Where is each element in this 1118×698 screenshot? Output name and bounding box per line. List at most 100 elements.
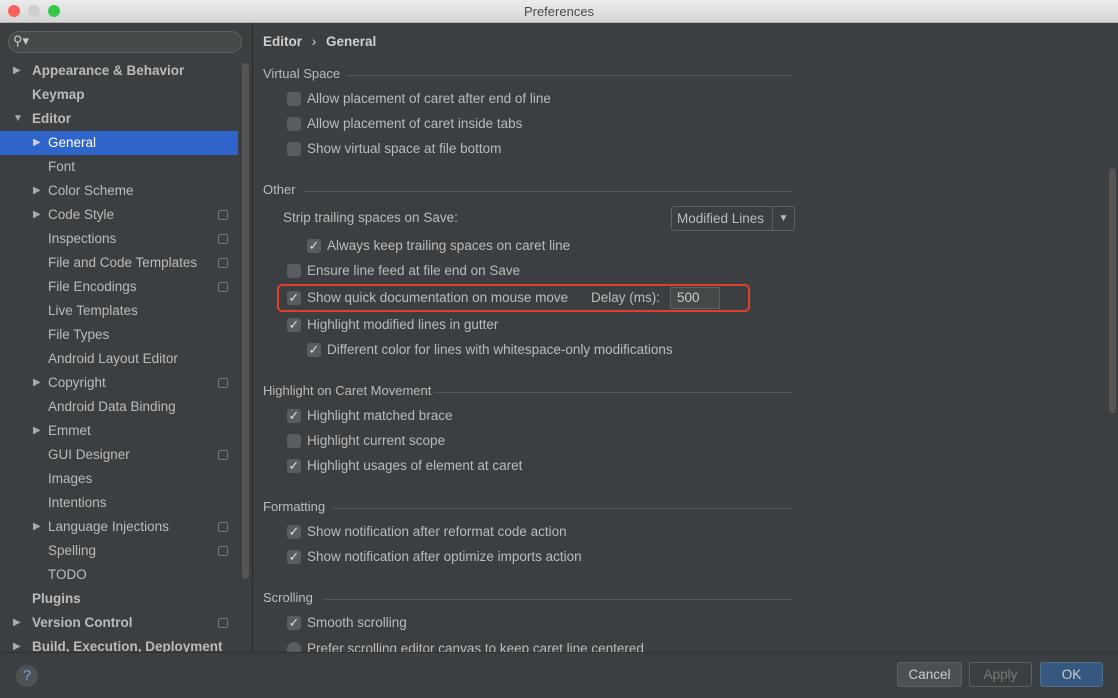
breadcrumb-current: General bbox=[326, 34, 377, 49]
main-scrollbar[interactable] bbox=[1109, 168, 1116, 413]
search-icon: ⚲▾ bbox=[13, 33, 30, 48]
checkbox[interactable] bbox=[287, 434, 301, 448]
checkbox[interactable]: ✓ bbox=[287, 616, 301, 630]
sidebar-item-label: Color Scheme bbox=[48, 183, 134, 198]
sidebar-item[interactable]: ▶ General bbox=[0, 131, 238, 155]
sidebar-item[interactable]: ▼ Editor bbox=[0, 107, 238, 131]
sidebar-item[interactable]: File Types bbox=[0, 323, 238, 347]
collapsed-arrow-icon[interactable]: ▶ bbox=[33, 131, 41, 155]
ok-button[interactable]: OK bbox=[1040, 662, 1103, 687]
sidebar-item[interactable]: Images bbox=[0, 467, 238, 491]
option-label: Ensure line feed at file end on Save bbox=[307, 263, 521, 278]
option-label: Prefer scrolling editor canvas to keep c… bbox=[307, 641, 644, 652]
option-label: Allow placement of caret after end of li… bbox=[307, 91, 551, 106]
sidebar-scrollbar[interactable] bbox=[242, 63, 249, 579]
strip-trailing-dropdown[interactable]: Modified Lines ▼ bbox=[671, 206, 795, 231]
sidebar-item[interactable]: Intentions bbox=[0, 491, 238, 515]
section-caret-movement: Highlight on Caret Movement bbox=[263, 383, 432, 398]
apply-button[interactable]: Apply bbox=[969, 662, 1032, 687]
sidebar-item-label: Language Injections bbox=[48, 519, 169, 534]
sidebar-item[interactable]: TODO bbox=[0, 563, 238, 587]
cancel-button[interactable]: Cancel bbox=[897, 662, 962, 687]
breadcrumb: Editor › General bbox=[263, 34, 376, 49]
sidebar-item[interactable]: Plugins bbox=[0, 587, 238, 611]
sidebar-item[interactable]: Keymap bbox=[0, 83, 238, 107]
radio-button[interactable] bbox=[287, 642, 301, 652]
collapsed-arrow-icon[interactable]: ▶ bbox=[33, 371, 41, 395]
checkbox[interactable]: ✓ bbox=[287, 525, 301, 539]
sidebar-item-label: Keymap bbox=[32, 87, 85, 102]
sidebar-item[interactable]: ▶ Color Scheme bbox=[0, 179, 238, 203]
sidebar-item-label: Android Layout Editor bbox=[48, 351, 178, 366]
sidebar-item[interactable]: ▶ Language Injections bbox=[0, 515, 238, 539]
sidebar-item[interactable]: ▶ Version Control bbox=[0, 611, 238, 635]
sidebar-item[interactable]: File Encodings bbox=[0, 275, 238, 299]
sidebar-item[interactable]: File and Code Templates bbox=[0, 251, 238, 275]
collapsed-arrow-icon[interactable]: ▶ bbox=[33, 515, 41, 539]
sidebar-item-label: Version Control bbox=[32, 615, 133, 630]
sidebar-item[interactable]: ▶ Copyright bbox=[0, 371, 238, 395]
collapsed-arrow-icon[interactable]: ▶ bbox=[33, 203, 41, 227]
checkbox[interactable] bbox=[287, 264, 301, 278]
sidebar-item-label: Spelling bbox=[48, 543, 97, 558]
checkbox[interactable]: ✓ bbox=[287, 550, 301, 564]
sidebar-item[interactable]: Android Data Binding bbox=[0, 395, 238, 419]
annotation-highlight-box bbox=[277, 284, 750, 312]
help-button[interactable]: ? bbox=[16, 665, 38, 687]
checkbox[interactable]: ✓ bbox=[287, 409, 301, 423]
checkbox[interactable] bbox=[287, 142, 301, 156]
sidebar-item[interactable]: Inspections bbox=[0, 227, 238, 251]
search-input[interactable]: ⚲▾ bbox=[8, 31, 242, 53]
sidebar-item-label: File Types bbox=[48, 327, 110, 342]
sidebar-item[interactable]: ▶ Appearance & Behavior bbox=[0, 59, 238, 83]
divider bbox=[347, 75, 792, 76]
sidebar-item[interactable]: Font bbox=[0, 155, 238, 179]
sidebar-item[interactable]: ▶ Code Style bbox=[0, 203, 238, 227]
collapsed-arrow-icon[interactable]: ▶ bbox=[33, 179, 41, 203]
checkbox[interactable]: ✓ bbox=[307, 343, 321, 357]
divider bbox=[304, 191, 792, 192]
zoom-window-button[interactable] bbox=[48, 5, 60, 17]
collapsed-arrow-icon[interactable]: ▶ bbox=[13, 611, 21, 635]
sidebar-item-label: Font bbox=[48, 159, 76, 174]
section-virtual-space: Virtual Space bbox=[263, 66, 341, 81]
expanded-arrow-icon[interactable]: ▼ bbox=[13, 107, 23, 131]
sidebar-item[interactable]: ▶ Emmet bbox=[0, 419, 238, 443]
option-label: Highlight modified lines in gutter bbox=[307, 317, 499, 332]
sidebar-item-label: Images bbox=[48, 471, 93, 486]
strip-trailing-label: Strip trailing spaces on Save: bbox=[283, 210, 458, 225]
checkbox[interactable]: ✓ bbox=[287, 318, 301, 332]
sidebar-item[interactable]: Android Layout Editor bbox=[0, 347, 238, 371]
checkbox[interactable]: ✓ bbox=[287, 459, 301, 473]
option-label: Highlight usages of element at caret bbox=[307, 458, 523, 473]
section-other: Other bbox=[263, 182, 296, 197]
close-window-button[interactable] bbox=[8, 5, 20, 17]
collapsed-arrow-icon[interactable]: ▶ bbox=[13, 59, 21, 83]
sidebar-item-label: Emmet bbox=[48, 423, 91, 438]
section-scrolling: Scrolling bbox=[263, 590, 313, 605]
sidebar-item[interactable]: Spelling bbox=[0, 539, 238, 563]
sidebar-item-label: General bbox=[48, 135, 97, 150]
breadcrumb-parent[interactable]: Editor bbox=[263, 34, 302, 49]
option-label: Show notification after reformat code ac… bbox=[307, 524, 567, 539]
project-scope-icon bbox=[218, 378, 228, 388]
section-formatting: Formatting bbox=[263, 499, 326, 514]
collapsed-arrow-icon[interactable]: ▶ bbox=[33, 419, 41, 443]
checkbox[interactable] bbox=[287, 92, 301, 106]
checkbox[interactable] bbox=[287, 117, 301, 131]
sidebar: ⚲▾ ▶ Appearance & Behavior Keymap ▼ Editor ▶ G… bbox=[0, 23, 253, 652]
option-label: Allow placement of caret inside tabs bbox=[307, 116, 523, 131]
minimize-window-button[interactable] bbox=[28, 5, 40, 17]
breadcrumb-separator: › bbox=[311, 34, 317, 49]
sidebar-item-label: GUI Designer bbox=[48, 447, 130, 462]
project-scope-icon bbox=[218, 258, 228, 268]
divider bbox=[434, 392, 792, 393]
sidebar-item-label: Build, Execution, Deployment bbox=[32, 639, 223, 652]
sidebar-item[interactable]: ▶ Build, Execution, Deployment bbox=[0, 635, 238, 652]
collapsed-arrow-icon[interactable]: ▶ bbox=[13, 635, 21, 652]
checkbox[interactable]: ✓ bbox=[307, 239, 321, 253]
option-label: Highlight matched brace bbox=[307, 408, 453, 423]
sidebar-item[interactable]: Live Templates bbox=[0, 299, 238, 323]
sidebar-item[interactable]: GUI Designer bbox=[0, 443, 238, 467]
project-scope-icon bbox=[218, 522, 228, 532]
